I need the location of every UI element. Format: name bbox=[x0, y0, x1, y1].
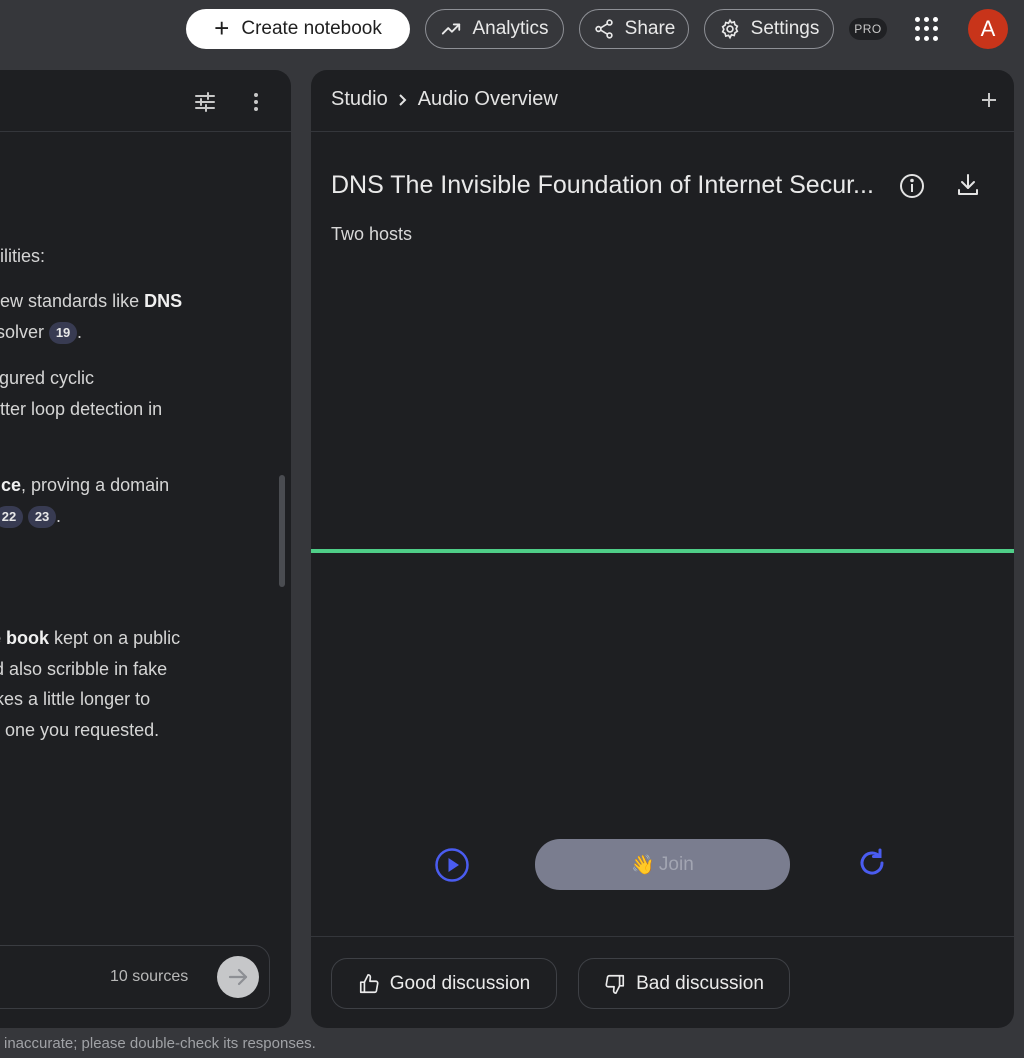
chat-text-line: takes a little longer to bbox=[0, 689, 151, 709]
chat-input[interactable]: 10 sources bbox=[0, 945, 270, 1009]
analytics-label: Analytics bbox=[472, 18, 549, 39]
chevron-right-icon bbox=[399, 93, 407, 106]
plus-icon: + bbox=[214, 13, 230, 43]
breadcrumb: Studio Audio Overview bbox=[331, 88, 558, 111]
share-label: Share bbox=[624, 18, 676, 39]
chat-text-line: uld also scribble in fake bbox=[0, 659, 168, 679]
audio-title: DNS The Invisible Foundation of Internet… bbox=[331, 171, 874, 199]
create-notebook-label: Create notebook bbox=[241, 18, 382, 39]
join-label: Join bbox=[658, 853, 694, 875]
good-discussion-label: Good discussion bbox=[389, 972, 531, 994]
analytics-button[interactable]: Analytics bbox=[425, 9, 564, 49]
wave-hand-icon: 👋 bbox=[631, 854, 655, 876]
send-button[interactable] bbox=[217, 956, 259, 998]
citation-badge[interactable]: 22 bbox=[0, 506, 24, 529]
create-notebook-button[interactable]: + Create notebook bbox=[186, 9, 410, 49]
sources-count: 10 sources bbox=[110, 968, 189, 985]
chat-panel: abilities: , new standards like DNS reso… bbox=[0, 70, 291, 1028]
top-bar: + Create notebook Analytics Share Settin… bbox=[0, 0, 1024, 60]
settings-label: Settings bbox=[750, 18, 820, 39]
scrollbar[interactable] bbox=[279, 475, 285, 587]
breadcrumb-studio[interactable]: Studio bbox=[331, 88, 388, 111]
pro-badge: PRO bbox=[849, 18, 887, 40]
thumbs-up-icon bbox=[359, 973, 379, 993]
chat-text-line: resolver 19. bbox=[0, 321, 82, 345]
disclaimer-text: inaccurate; please double-check its resp… bbox=[4, 1035, 316, 1052]
chat-text-line: better loop detection in bbox=[0, 399, 163, 419]
good-discussion-button[interactable]: Good discussion bbox=[331, 958, 557, 1009]
share-button[interactable]: Share bbox=[579, 9, 689, 49]
info-icon[interactable] bbox=[898, 172, 926, 200]
collapse-icon[interactable] bbox=[979, 90, 999, 110]
breadcrumb-audio-overview: Audio Overview bbox=[417, 88, 558, 110]
citation-badge[interactable]: 19 bbox=[49, 322, 78, 345]
more-vert-icon[interactable] bbox=[248, 92, 264, 112]
tune-icon[interactable] bbox=[193, 90, 217, 114]
audio-waveform[interactable] bbox=[311, 549, 1014, 553]
trending-up-icon bbox=[442, 23, 461, 35]
studio-header: Studio Audio Overview bbox=[311, 70, 1014, 132]
settings-button[interactable]: Settings bbox=[704, 9, 834, 49]
chat-text-line: abilities: bbox=[0, 246, 46, 266]
bad-discussion-button[interactable]: Bad discussion bbox=[578, 958, 790, 1009]
audio-subtitle: Two hosts bbox=[331, 224, 413, 244]
share-icon bbox=[594, 19, 613, 39]
citation-badge[interactable]: 23 bbox=[28, 506, 57, 529]
chat-text-line: nfigured cyclic bbox=[0, 368, 95, 388]
chat-text-line: , new standards like DNS bbox=[0, 291, 183, 311]
play-icon[interactable] bbox=[434, 847, 470, 883]
bad-discussion-label: Bad discussion bbox=[636, 972, 764, 994]
chat-text-line: e 22 23. bbox=[0, 505, 61, 529]
chat-text-line: he one you requested. bbox=[0, 720, 160, 740]
apps-grid-icon[interactable] bbox=[915, 17, 939, 41]
join-button[interactable]: 👋 Join bbox=[535, 839, 790, 890]
thumbs-down-icon bbox=[605, 974, 625, 994]
chat-header bbox=[0, 70, 291, 132]
chat-text-line: ne book kept on a public bbox=[0, 628, 181, 648]
divider bbox=[311, 936, 1014, 937]
download-icon[interactable] bbox=[955, 172, 981, 198]
gear-icon bbox=[721, 18, 739, 40]
chat-text-line: ence, proving a domain bbox=[0, 475, 170, 495]
avatar[interactable]: A bbox=[968, 9, 1008, 49]
studio-panel: Studio Audio Overview DNS The Invisible … bbox=[311, 70, 1014, 1028]
refresh-icon[interactable] bbox=[856, 847, 888, 879]
arrow-right-icon bbox=[228, 968, 248, 986]
